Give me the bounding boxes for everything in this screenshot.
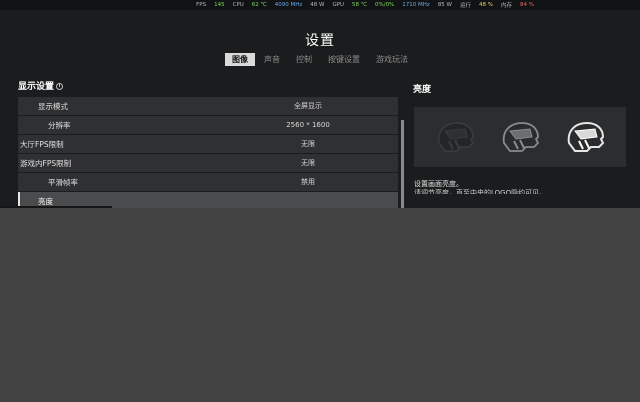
settings-list: 显示模式 全屏显示 分辨率 2560 * 1600 大厅FPS限制 无限 游戏内… — [18, 97, 398, 211]
section-title-text: 显示设置 — [18, 82, 55, 92]
setting-label: 游戏内FPS限制 — [20, 158, 72, 168]
overlay-fps-label: FPS — [196, 2, 207, 8]
overlay-cpu-clock: 4090 MHz — [274, 2, 303, 8]
helmet-dark-icon — [437, 122, 474, 152]
page-title: 设置 — [305, 33, 335, 49]
setting-value: 无限 — [301, 140, 315, 148]
setting-label: 显示模式 — [38, 101, 68, 111]
overlay-mem-value: 84 % — [520, 2, 534, 8]
display-settings-panel: 显示设置 i 显示模式 全屏显示 分辨率 2560 * 1600 大厅FPS限制 … — [18, 78, 404, 211]
setting-label: 大厅FPS限制 — [20, 139, 64, 149]
setting-value: 禁用 — [301, 178, 315, 186]
overlay-gpu-temp: 58 ℃ — [352, 2, 367, 8]
overlay-run-value: 48 % — [479, 2, 493, 8]
tab-control[interactable]: 控制 — [289, 53, 319, 66]
setting-row-resolution[interactable]: 分辨率 2560 * 1600 — [18, 116, 398, 134]
setting-label: 平滑帧率 — [48, 177, 78, 187]
tab-key-bindings[interactable]: 按键设置 — [321, 53, 367, 66]
overlay-cpu-power: 48 W — [310, 2, 325, 8]
setting-row-smooth-framerate[interactable]: 平滑帧率 禁用 — [18, 173, 398, 191]
overlay-gray-area — [0, 208, 640, 402]
setting-value: 全屏显示 — [294, 102, 322, 110]
overlay-fps-value: 145 — [214, 2, 225, 8]
tab-sound[interactable]: 声音 — [257, 53, 287, 66]
brightness-title: 亮度 — [413, 85, 432, 95]
overlay-cpu-label: CPU — [232, 2, 244, 8]
overlay-gpu-power: 85 W — [437, 2, 452, 8]
overlay-gpu-label: GPU — [332, 2, 345, 8]
setting-value: 2560 * 1600 — [286, 121, 330, 129]
overlay-gpu-clock: 1710 MHz — [402, 2, 430, 8]
brightness-instruction: 请调节亮度，直至中央的LOGO隐约可见。 — [414, 189, 547, 194]
overlay-gpu-usage: 0%/0% — [374, 2, 395, 8]
helmet-bright-icon — [568, 121, 605, 152]
setting-row-display-mode[interactable]: 显示模式 全屏显示 — [18, 97, 398, 115]
setting-label: 分辨率 — [48, 120, 71, 130]
performance-overlay: FPS 145 CPU 62 ℃ 4090 MHz 48 W GPU 58 ℃ … — [0, 0, 640, 10]
info-icon[interactable]: i — [56, 83, 64, 90]
section-title: 显示设置 i — [18, 78, 404, 96]
scrollbar-thumb[interactable] — [401, 120, 404, 208]
setting-label: 亮度 — [38, 196, 53, 206]
brightness-detail-panel: 亮度 设置画面亮度。 请调节亮度，直至中央的LOGO隐约可见。 — [413, 78, 627, 208]
setting-row-ingame-fps-limit[interactable]: 游戏内FPS限制 无限 — [18, 154, 398, 172]
setting-row-lobby-fps-limit[interactable]: 大厅FPS限制 无限 — [18, 135, 398, 153]
settings-tabs: 图像 声音 控制 按键设置 游戏玩法 — [0, 53, 640, 66]
setting-value: 无限 — [301, 159, 315, 167]
brightness-preview — [414, 107, 626, 167]
tab-gameplay[interactable]: 游戏玩法 — [369, 53, 415, 66]
tab-graphics[interactable]: 图像 — [225, 53, 255, 66]
overlay-mem-label: 内存 — [501, 3, 513, 9]
overlay-run-label: 运行 — [460, 3, 472, 9]
helmet-medium-icon — [502, 122, 540, 152]
settings-scrollbar[interactable] — [401, 120, 404, 208]
overlay-cpu-temp: 62 ℃ — [251, 2, 267, 8]
